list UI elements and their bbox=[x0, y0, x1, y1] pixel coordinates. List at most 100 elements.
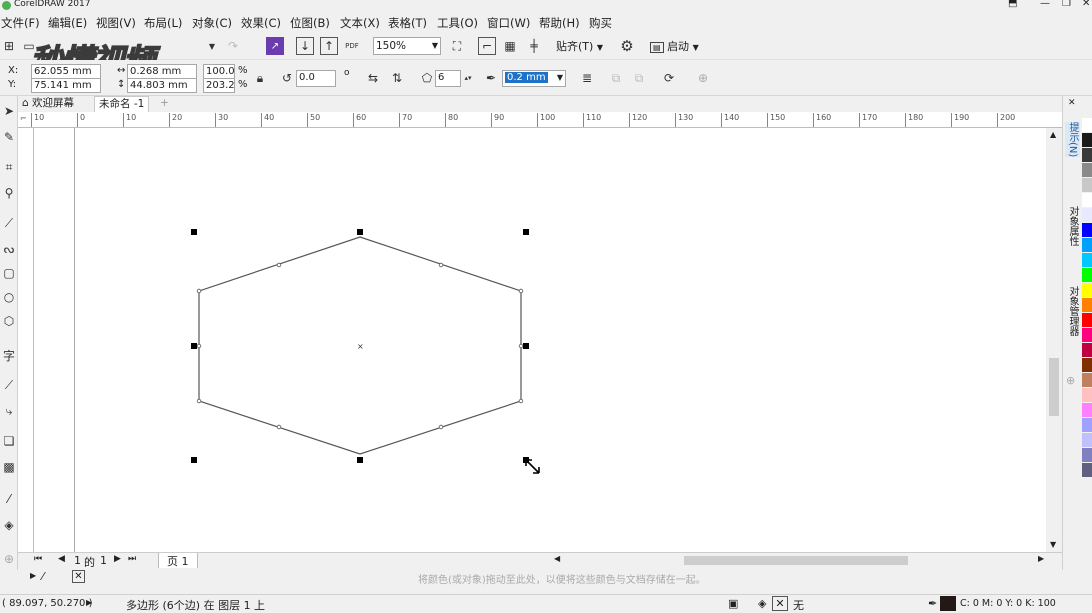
page-prev-icon[interactable]: ◀ bbox=[58, 554, 65, 564]
to-front-icon[interactable]: ⧉ bbox=[607, 69, 625, 87]
text-wrap-icon[interactable]: ≣ bbox=[578, 69, 596, 87]
scale-height-field[interactable]: 203.2 bbox=[203, 78, 235, 93]
width-field[interactable]: 0.268 mm bbox=[127, 64, 197, 79]
polygon-sides-field[interactable]: 6 bbox=[435, 70, 461, 87]
import-icon-purple[interactable]: ↗ bbox=[266, 37, 284, 55]
vertical-ruler[interactable] bbox=[18, 128, 34, 552]
height-field[interactable]: 44.803 mm bbox=[127, 78, 197, 93]
scroll-up-icon[interactable]: ▲ bbox=[1050, 130, 1056, 139]
sides-spinner-icon[interactable]: ▴▾ bbox=[459, 69, 477, 87]
color-swatch[interactable] bbox=[1082, 238, 1092, 252]
menu-text[interactable]: 文本(X) bbox=[340, 15, 380, 31]
color-swatch[interactable] bbox=[1082, 283, 1092, 297]
color-swatch[interactable] bbox=[1082, 298, 1092, 312]
color-swatch[interactable] bbox=[1082, 193, 1092, 207]
hexagon-selection[interactable]: × bbox=[34, 128, 1046, 552]
show-grid-icon[interactable]: ▦ bbox=[501, 37, 519, 55]
color-swatch[interactable] bbox=[1082, 388, 1092, 402]
menu-effects[interactable]: 效果(C) bbox=[241, 15, 281, 31]
drop-shadow-icon[interactable]: ❏ bbox=[0, 432, 18, 450]
vertical-scrollbar[interactable]: ▲ ▼ bbox=[1046, 128, 1062, 552]
horizontal-scroll-thumb[interactable] bbox=[684, 556, 908, 565]
color-swatch[interactable] bbox=[1082, 223, 1092, 237]
color-swatch[interactable] bbox=[1082, 148, 1092, 162]
page-next-icon[interactable]: ▶ bbox=[114, 554, 121, 564]
transparency-icon[interactable]: ▩ bbox=[0, 458, 18, 476]
color-swatch[interactable] bbox=[1082, 463, 1092, 477]
tab-welcome-screen[interactable]: ⌂ 欢迎屏幕 bbox=[18, 96, 78, 112]
pick-tool-icon[interactable]: ➤ bbox=[0, 102, 18, 120]
palette-expand-icon[interactable]: ▶ bbox=[30, 571, 36, 580]
outline-width-select[interactable]: 0.2 mm ▼ bbox=[502, 70, 566, 87]
lock-ratio-icon[interactable]: 🔒︎ bbox=[251, 69, 269, 87]
restore-icon[interactable]: ❐ bbox=[1062, 0, 1071, 9]
close-icon[interactable]: ✕ bbox=[1082, 0, 1090, 9]
color-swatch[interactable] bbox=[1082, 268, 1092, 282]
color-swatch[interactable] bbox=[1082, 418, 1092, 432]
document-palette[interactable]: ▶ ⁄ ✕ 将颜色(或对象)拖动至此处，以便将这些颜色与文档存储在一起。 bbox=[18, 568, 1062, 586]
tab-untitled-1[interactable]: 未命名 -1 bbox=[94, 96, 150, 112]
add-docker-icon[interactable]: ⊕ bbox=[1066, 374, 1075, 387]
launch-menu[interactable]: ▤ 启动 ▼ bbox=[650, 38, 699, 54]
eyedropper-icon[interactable]: ⁄ bbox=[42, 570, 44, 583]
mirror-horizontal-icon[interactable]: ⇆ bbox=[364, 69, 382, 87]
publish-pdf-icon[interactable]: PDF bbox=[343, 37, 361, 55]
color-swatch[interactable] bbox=[1082, 373, 1092, 387]
redo-icon[interactable]: ↷ bbox=[224, 37, 242, 55]
add-preset-icon[interactable]: ⊕ bbox=[694, 69, 712, 87]
menu-layout[interactable]: 布局(L) bbox=[144, 15, 182, 31]
export-icon[interactable]: ↑ bbox=[320, 37, 338, 55]
tab-object-properties[interactable]: 对象属性 bbox=[1065, 206, 1080, 246]
mirror-vertical-icon[interactable]: ⇅ bbox=[388, 69, 406, 87]
color-swatch[interactable] bbox=[1082, 133, 1092, 147]
dropdown-chevron-icon[interactable]: ▼ bbox=[203, 37, 221, 55]
menu-file[interactable]: 文件(F) bbox=[1, 15, 40, 31]
menu-window[interactable]: 窗口(W) bbox=[487, 15, 530, 31]
page-last-icon[interactable]: ⏭ bbox=[128, 554, 136, 564]
color-swatch[interactable] bbox=[1082, 178, 1092, 192]
to-back-icon[interactable]: ⧉ bbox=[630, 69, 648, 87]
rotation-field[interactable]: 0.0 bbox=[296, 70, 336, 87]
drawing-canvas[interactable]: × bbox=[34, 128, 1046, 552]
horizontal-ruler[interactable]: ⌐ 10 0 10 20 30 40 50 60 70 80 90 100 110 120 130 140 15… bbox=[18, 112, 1062, 128]
page-first-icon[interactable]: ⏮ bbox=[34, 554, 42, 564]
minimize-icon[interactable]: — bbox=[1040, 0, 1050, 9]
artistic-media-icon[interactable]: ᔓ bbox=[0, 240, 18, 258]
x-position-field[interactable]: 62.055 mm bbox=[31, 64, 101, 79]
menu-help[interactable]: 帮助(H) bbox=[539, 15, 580, 31]
crop-tool-icon[interactable]: ⌗ bbox=[0, 158, 18, 176]
vertical-scroll-thumb[interactable] bbox=[1049, 358, 1059, 416]
scroll-down-icon[interactable]: ▼ bbox=[1050, 540, 1056, 549]
full-screen-icon[interactable]: ⛶ bbox=[448, 37, 466, 55]
menu-bitmaps[interactable]: 位图(B) bbox=[290, 15, 330, 31]
color-swatch[interactable] bbox=[1082, 118, 1092, 132]
show-guidelines-icon[interactable]: ╪ bbox=[525, 37, 543, 55]
text-tool-icon[interactable]: 字 bbox=[0, 346, 18, 364]
color-swatch[interactable] bbox=[1082, 163, 1092, 177]
new-document-icon[interactable]: ⊞ bbox=[0, 37, 18, 55]
freehand-tool-icon[interactable]: ⟋ bbox=[0, 214, 18, 232]
menu-table[interactable]: 表格(T) bbox=[388, 15, 427, 31]
show-rulers-icon[interactable]: ⌐ bbox=[478, 37, 496, 55]
scale-width-field[interactable]: 100.0 bbox=[203, 64, 235, 79]
account-icon[interactable]: ⬒ bbox=[1008, 0, 1017, 9]
color-swatch[interactable] bbox=[1082, 403, 1092, 417]
docker-close-icon[interactable]: ✕ bbox=[1068, 98, 1076, 108]
tab-hints[interactable]: 提示(N) bbox=[1065, 122, 1080, 158]
shape-tool-icon[interactable]: ✎ bbox=[0, 128, 18, 146]
menu-edit[interactable]: 编辑(E) bbox=[48, 15, 87, 31]
add-tool-icon[interactable]: ⊕ bbox=[0, 550, 18, 568]
document-color-settings-icon[interactable]: ▣ bbox=[728, 597, 738, 610]
eyedropper-icon[interactable]: ⁄ bbox=[0, 490, 18, 508]
menu-view[interactable]: 视图(V) bbox=[96, 15, 136, 31]
scroll-right-icon[interactable]: ▶ bbox=[1038, 554, 1044, 563]
tab-object-manager[interactable]: 对象管理器 bbox=[1065, 286, 1080, 336]
menu-object[interactable]: 对象(C) bbox=[192, 15, 232, 31]
options-gear-icon[interactable]: ⚙ bbox=[618, 37, 636, 55]
scroll-left-icon[interactable]: ◀ bbox=[554, 554, 560, 563]
rectangle-tool-icon[interactable]: ▢ bbox=[0, 264, 18, 282]
color-swatch[interactable] bbox=[1082, 313, 1092, 327]
color-swatch[interactable] bbox=[1082, 448, 1092, 462]
zoom-tool-icon[interactable]: ⚲ bbox=[0, 184, 18, 202]
connector-tool-icon[interactable]: ⤷ bbox=[0, 402, 18, 420]
